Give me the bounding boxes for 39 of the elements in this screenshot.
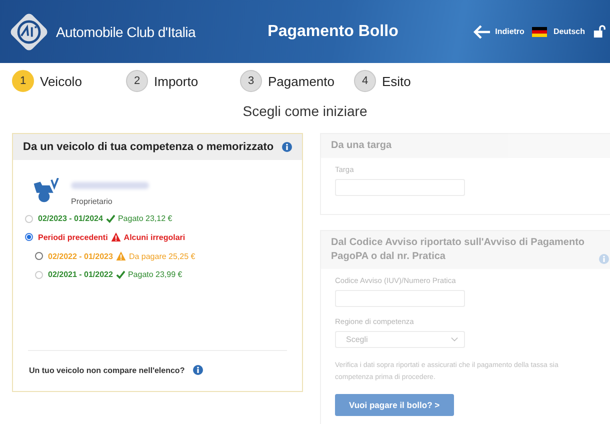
step-number: 1 xyxy=(12,70,34,92)
check-icon xyxy=(106,214,115,223)
period-range: 02/2022 - 01/2023 xyxy=(48,252,113,260)
check-icon xyxy=(116,270,125,279)
panel-title: Da una targa xyxy=(321,134,610,158)
period-status: Alcuni irregolari xyxy=(124,232,186,242)
step-number: 3 xyxy=(240,70,262,92)
radio-button[interactable] xyxy=(25,233,33,241)
missing-vehicle-text: Un tuo veicolo non compare nell'elenco? xyxy=(29,366,185,374)
radio-button[interactable] xyxy=(35,252,43,260)
period-range: Periodi precedenti xyxy=(38,232,108,242)
panel-title: Da un veicolo di tua competenza o memorizzato xyxy=(23,141,274,153)
info-icon[interactable] xyxy=(192,365,203,375)
chevron-icon xyxy=(451,337,458,342)
subtitle: Scegli come iniziare xyxy=(242,103,368,119)
back-arrow-icon xyxy=(473,24,492,40)
scooter-icon xyxy=(31,178,59,204)
step-label: Pagamento xyxy=(268,74,334,88)
flag-icon[interactable] xyxy=(532,26,548,36)
period-status: Pagato 23,99 € xyxy=(128,270,182,279)
back-link[interactable]: Indietro xyxy=(473,24,524,40)
period-range: 02/2021 - 01/2022 xyxy=(48,270,113,279)
info-icon[interactable] xyxy=(282,142,292,152)
brand-name: Automobile Club d'Italia xyxy=(56,24,196,40)
step-number: 2 xyxy=(126,70,148,92)
period-range: 02/2023 - 01/2024 xyxy=(38,214,103,223)
warning-icon xyxy=(116,251,126,261)
warning-icon xyxy=(110,232,121,242)
step-label: Importo xyxy=(154,74,198,88)
step-label: Veicolo xyxy=(40,74,82,88)
language-link[interactable]: Deutsch xyxy=(553,27,585,36)
padlock-icon[interactable] xyxy=(593,25,606,38)
owner-role: Proprietario xyxy=(71,197,114,206)
step-number: 4 xyxy=(354,70,376,92)
period-status: Da pagare 25,25 € xyxy=(128,252,196,260)
period-status: Pagato 23,12 € xyxy=(118,214,172,223)
panel-title: Dal Codice Avviso riportato sull'Avviso di Pagamento PagoPA o dal nr. Pratica xyxy=(331,236,586,264)
page-title: Pagamento Bollo xyxy=(266,22,400,40)
step-label: Esito xyxy=(382,74,411,88)
